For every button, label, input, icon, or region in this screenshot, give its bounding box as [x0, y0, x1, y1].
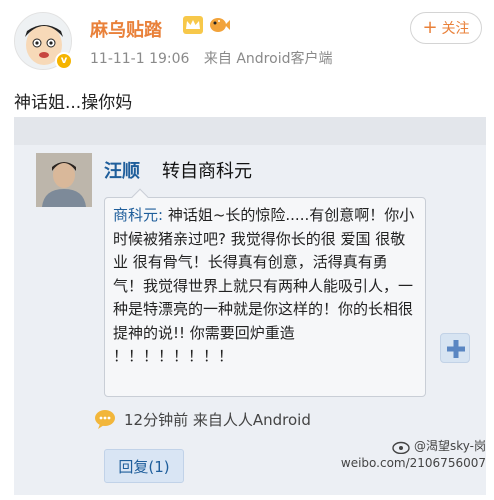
plus-icon: + [422, 17, 438, 38]
comment-bubble: 商科元: 神话姐~长的惊险.....有创意啊！你小时候被猪亲过吧? 我觉得你长的… [104, 197, 426, 397]
comment-time-source: 12分钟前 来自人人Android [124, 410, 311, 429]
post-time: 11-11-1 19:06 [90, 51, 190, 67]
comment-author[interactable]: 商科元: [113, 206, 163, 224]
reply-button[interactable]: 回复(1) [104, 449, 184, 483]
watermark-url: weibo.com/2106756007 [340, 456, 486, 470]
speech-bubble-icon [95, 410, 115, 429]
inner-username[interactable]: 汪顺 [104, 157, 140, 183]
comment-footer: 12分钟前 来自人人Android [94, 407, 311, 431]
post-header: v 麻乌贴踏 11-11-1 19:06 来自 Android客户端 + 关注 [0, 0, 494, 80]
comment-text: 神话姐~长的惊险.....有创意啊！你小时候被猪亲过吧? 我觉得你长的很 爱国 … [113, 206, 415, 365]
post-source[interactable]: 来自 Android客户端 [204, 51, 333, 67]
crown-icon [183, 16, 203, 34]
weibo-eye-icon [392, 441, 410, 454]
username[interactable]: 麻乌贴踏 [90, 16, 162, 42]
inner-avatar [36, 153, 92, 207]
forward-text: 转自商科元 [162, 161, 252, 182]
screenshot-top-bar [14, 117, 486, 145]
pufferfish-icon [210, 18, 230, 32]
plus-icon [447, 340, 465, 358]
watermark: @渴望sky-岗 weibo.com/2106756007 [341, 438, 486, 472]
verified-badge: v [55, 52, 73, 70]
follow-label: 关注 [441, 21, 470, 37]
post-meta: 11-11-1 19:06 来自 Android客户端 [90, 48, 342, 68]
comment-body: 商科元: 神话姐~长的惊险.....有创意啊！你小时候被猪亲过吧? 我觉得你长的… [113, 204, 417, 369]
post-text: 神话姐...操你妈 [14, 93, 133, 113]
person-photo-icon [36, 153, 92, 207]
follow-button[interactable]: + 关注 [410, 12, 482, 44]
add-button[interactable] [440, 333, 470, 363]
watermark-handle: @渴望sky-岗 [414, 439, 486, 453]
